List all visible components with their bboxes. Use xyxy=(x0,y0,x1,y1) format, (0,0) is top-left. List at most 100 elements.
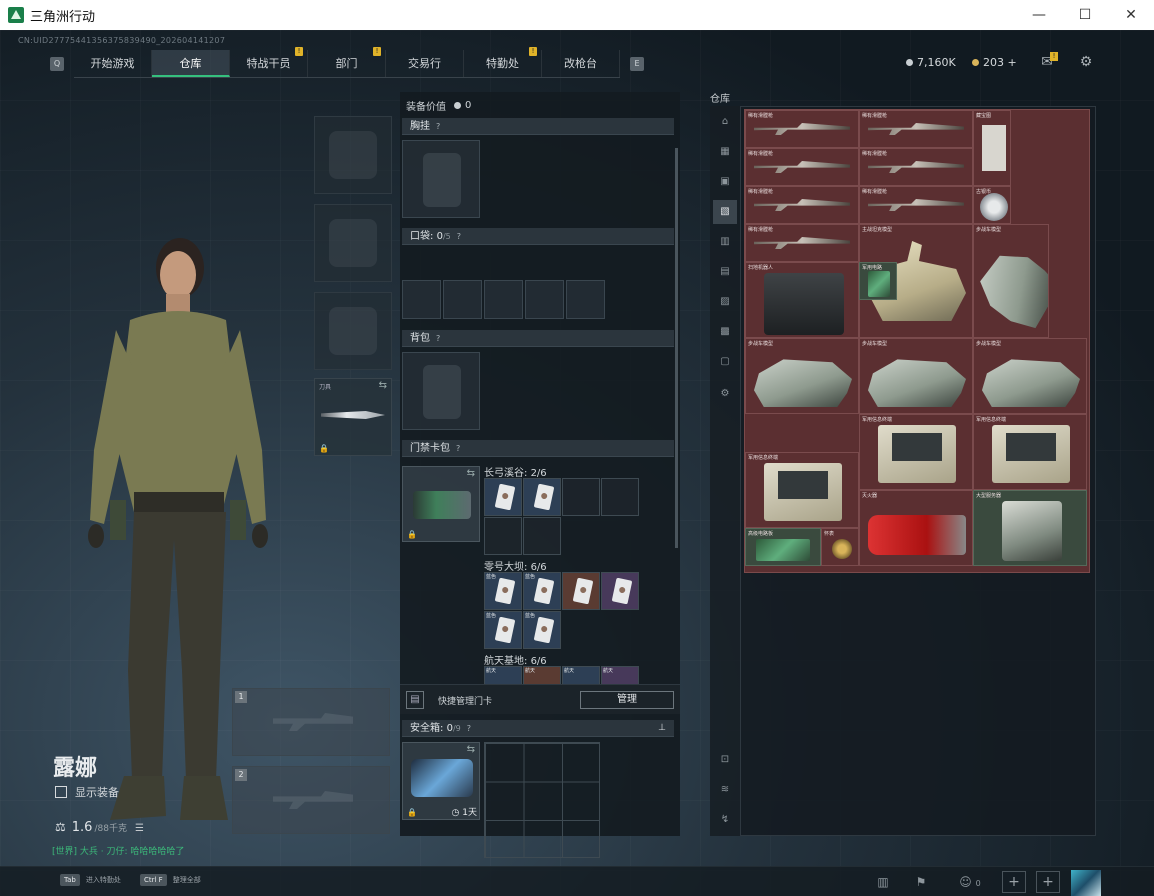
settings-gear-icon[interactable]: ⚙ xyxy=(713,382,737,406)
tab-trading[interactable]: 交易行 xyxy=(386,50,464,77)
category-all-icon[interactable]: ⌂ xyxy=(713,110,737,134)
storage-item[interactable]: 步战车模型 xyxy=(973,224,1049,338)
help-icon[interactable]: ? xyxy=(436,330,440,347)
swap-icon[interactable]: ⇆ xyxy=(467,744,475,755)
storage-expand-icon[interactable]: ⊡ xyxy=(713,748,737,772)
sort-icon[interactable]: ↯ xyxy=(713,808,737,832)
hotkey-sort-all[interactable]: Ctrl F 整理全部 xyxy=(140,874,201,886)
category-icon[interactable]: ▩ xyxy=(713,320,737,344)
primary-weapon-slot-1[interactable]: 1 xyxy=(232,688,390,756)
pocket-slot[interactable] xyxy=(402,280,441,319)
keycard-item[interactable]: 航天 xyxy=(523,666,561,684)
layers-icon[interactable]: ≋ xyxy=(713,778,737,802)
storage-item[interactable]: 古银币 xyxy=(973,186,1011,224)
melee-slot[interactable]: 刀具 ⇆ 🔒 xyxy=(314,378,392,456)
category-icon[interactable]: ▤ xyxy=(713,260,737,284)
category-icon[interactable]: ▣ xyxy=(713,170,737,194)
storage-item[interactable]: 稀有滑膛枪 xyxy=(745,224,859,262)
storage-item[interactable]: 怀表 xyxy=(821,528,859,566)
hotkey-special-ops[interactable]: Tab 进入特勤处 xyxy=(60,874,121,886)
storage-item[interactable]: 稀有滑膛枪 xyxy=(745,186,859,224)
flag-icon[interactable]: ⚑ xyxy=(908,871,934,893)
pocket-slot[interactable] xyxy=(566,280,605,319)
category-icon[interactable]: ▨ xyxy=(713,290,737,314)
storage-item[interactable]: 稀有滑膛枪 xyxy=(859,110,973,148)
loadout-scrollbar[interactable] xyxy=(675,148,678,548)
keycard-item[interactable]: 蓝色 xyxy=(484,572,522,610)
tab-gunsmith[interactable]: 改枪台 xyxy=(542,50,620,77)
list-icon[interactable]: ☰ xyxy=(135,823,144,834)
help-icon[interactable]: ? xyxy=(457,228,461,245)
help-icon[interactable]: ? xyxy=(456,440,460,457)
safebox-grid[interactable] xyxy=(484,742,600,858)
storage-item[interactable]: 大型服务器 xyxy=(973,490,1087,566)
add-teammate-button[interactable]: + xyxy=(1002,871,1026,893)
pocket-slot[interactable] xyxy=(484,280,523,319)
show-equipment-toggle[interactable]: 显示装备 xyxy=(55,784,119,800)
armor-slot[interactable] xyxy=(314,204,392,282)
swap-icon[interactable]: ⇆ xyxy=(467,468,475,479)
keycard-slot-empty[interactable] xyxy=(601,478,639,516)
manage-button[interactable]: 管理 xyxy=(580,691,674,709)
storage-item[interactable]: 稀有滑膛枪 xyxy=(859,148,973,186)
storage-item[interactable]: 军用信息终端 xyxy=(745,452,859,528)
category-icon[interactable]: ▥ xyxy=(713,230,737,254)
keycard-item[interactable] xyxy=(484,478,522,516)
pin-icon[interactable]: ⊥ xyxy=(658,720,666,737)
close-button[interactable]: ✕ xyxy=(1108,0,1154,30)
tab-warehouse[interactable]: 仓库 xyxy=(152,50,230,77)
player-avatar[interactable] xyxy=(1071,870,1101,896)
keycard-item[interactable]: 蓝色 xyxy=(523,572,561,610)
pocket-slot[interactable] xyxy=(525,280,564,319)
tab-department[interactable]: 部门! xyxy=(308,47,386,77)
tab-operators[interactable]: 特战干员! xyxy=(230,47,308,77)
keycard-slot-empty[interactable] xyxy=(523,517,561,555)
keycard-item[interactable]: 蓝色 xyxy=(484,611,522,649)
keycard-item[interactable]: 蓝色 xyxy=(523,611,561,649)
keycard-item[interactable]: 航天 xyxy=(484,666,522,684)
storage-item[interactable]: 藏宝图 xyxy=(973,110,1011,186)
help-icon[interactable]: ? xyxy=(436,118,440,135)
category-icon[interactable]: ▧ xyxy=(713,200,737,224)
stats-icon[interactable]: ▥ xyxy=(870,871,896,893)
primary-weapon-slot-2[interactable]: 2 xyxy=(232,766,390,834)
chest-rig-slot[interactable] xyxy=(402,140,480,218)
keycard-case-slot[interactable]: ⇆ 🔒 xyxy=(402,466,480,542)
minimize-button[interactable]: — xyxy=(1016,0,1062,30)
nav-prev-key[interactable]: Q xyxy=(50,57,64,71)
category-icon[interactable]: ▦ xyxy=(713,140,737,164)
help-icon[interactable]: ? xyxy=(467,720,471,737)
friends-count[interactable]: ☺ 0 xyxy=(952,871,988,893)
settings-gear-icon[interactable]: ⚙ xyxy=(1077,54,1095,70)
keycard-slot-empty[interactable] xyxy=(562,478,600,516)
category-icon[interactable]: ▢ xyxy=(713,350,737,374)
ticket-balance[interactable]: 203 + xyxy=(972,56,1017,69)
storage-item[interactable]: 步战车模型 xyxy=(859,338,973,414)
safebox-slot[interactable]: ⇆ 🔒 ◷ 1天 xyxy=(402,742,480,820)
world-chat-line[interactable]: [世界] 大兵 · 刀仔: 哈哈哈哈哈了 xyxy=(52,844,184,857)
storage-item[interactable]: 军用电路 xyxy=(859,262,897,300)
tab-special-ops[interactable]: 特勤处! xyxy=(464,47,542,77)
keycard-item[interactable]: 航天 xyxy=(601,666,639,684)
tab-start-game[interactable]: 开始游戏 xyxy=(74,50,152,77)
checkbox[interactable] xyxy=(55,786,67,798)
pistol-slot[interactable] xyxy=(314,292,392,370)
keycard-item[interactable] xyxy=(562,572,600,610)
swap-icon[interactable]: ⇆ xyxy=(379,380,387,391)
keycard-item[interactable] xyxy=(601,572,639,610)
storage-item[interactable]: 灭火器 xyxy=(859,490,973,566)
keycard-slot-empty[interactable] xyxy=(484,517,522,555)
storage-item[interactable]: 步战车模型 xyxy=(745,338,859,414)
keycard-item[interactable] xyxy=(523,478,561,516)
storage-item[interactable]: 军用信息终端 xyxy=(859,414,973,490)
storage-item[interactable]: 高级电路板 xyxy=(745,528,821,566)
pocket-slot[interactable] xyxy=(443,280,482,319)
storage-item[interactable]: 步战车模型 xyxy=(973,338,1087,414)
helmet-slot[interactable] xyxy=(314,116,392,194)
storage-item[interactable]: 军用信息终端 xyxy=(973,414,1087,490)
storage-item[interactable]: 扫地机器人 xyxy=(745,262,859,338)
storage-item[interactable]: 稀有滑膛枪 xyxy=(745,110,859,148)
add-teammate-button[interactable]: + xyxy=(1036,871,1060,893)
storage-item[interactable]: 稀有滑膛枪 xyxy=(745,148,859,186)
nav-next-key[interactable]: E xyxy=(630,57,644,71)
